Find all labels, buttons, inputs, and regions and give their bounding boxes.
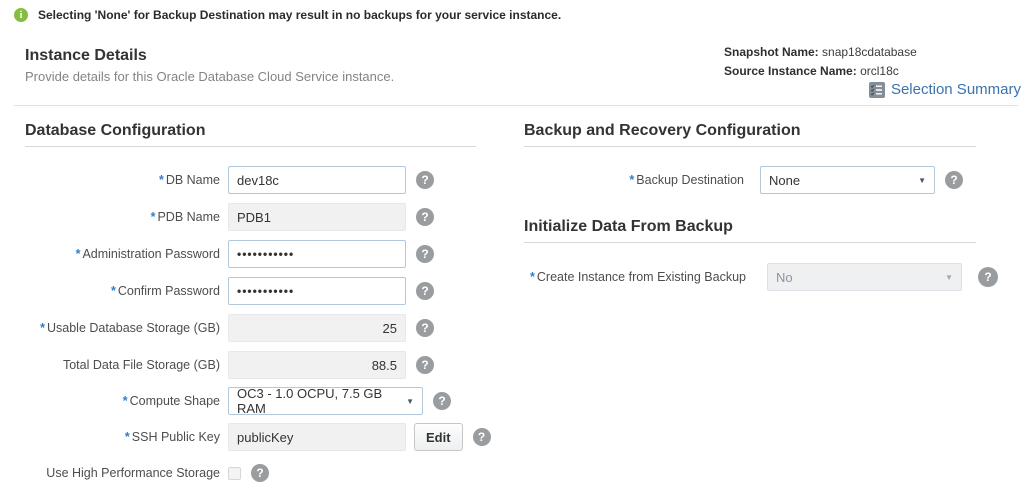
compute-shape-help-icon[interactable]: ? [433, 392, 451, 410]
usable-storage-input: 25 [228, 314, 406, 342]
selection-summary-icon [868, 81, 885, 98]
ssh-key-help-icon[interactable]: ? [472, 428, 491, 446]
required-marker: * [158, 173, 164, 187]
section-rule-backup [524, 146, 976, 147]
snapshot-name-label: Snapshot Name: [724, 45, 819, 59]
ssh-key-input: publicKey [228, 423, 406, 451]
high-performance-storage-help-icon[interactable]: ? [251, 464, 269, 482]
total-storage-help-icon[interactable]: ? [416, 356, 434, 374]
create-from-backup-selected-value: No [776, 269, 793, 285]
row-total-storage: Total Data File Storage (GB) 88.5 ? [25, 351, 434, 379]
section-title-database-configuration: Database Configuration [25, 122, 206, 139]
create-from-backup-select: No ▼ [767, 263, 962, 291]
row-backup-destination: * Backup Destination None ▼ ? [524, 166, 963, 194]
compute-shape-select[interactable]: OC3 - 1.0 OCPU, 7.5 GB RAM ▼ [228, 386, 423, 416]
compute-shape-selected-value: OC3 - 1.0 OCPU, 7.5 GB RAM [237, 386, 383, 416]
confirm-password-help-icon[interactable]: ? [416, 282, 434, 300]
header-divider [14, 105, 1018, 106]
info-banner: i Selecting 'None' for Backup Destinatio… [14, 8, 561, 22]
usable-storage-help-icon[interactable]: ? [416, 319, 434, 337]
pdb-name-input: PDB1 [228, 203, 406, 231]
info-banner-text: Selecting 'None' for Backup Destination … [38, 8, 562, 22]
section-rule-database [25, 146, 476, 147]
high-performance-storage-label: Use High Performance Storage [46, 466, 220, 480]
ssh-key-edit-button[interactable]: Edit [414, 423, 463, 451]
admin-password-input[interactable] [228, 240, 406, 268]
db-name-label: * DB Name [158, 173, 220, 187]
create-from-backup-label: * Create Instance from Existing Backup [530, 270, 746, 284]
row-high-performance-storage: Use High Performance Storage ? [25, 459, 269, 487]
db-name-input[interactable] [228, 166, 406, 194]
required-marker: * [124, 430, 130, 444]
row-confirm-password: *Confirm Password ? [25, 277, 434, 305]
backup-destination-label: * Backup Destination [629, 173, 744, 187]
chevron-down-icon: ▼ [918, 175, 926, 185]
snapshot-name-line: Snapshot Name: snap18cdatabase [724, 43, 917, 62]
selection-summary-label: Selection Summary [890, 81, 1021, 98]
section-title-initialize-data: Initialize Data From Backup [524, 218, 733, 235]
high-performance-storage-checkbox[interactable] [228, 466, 241, 480]
required-marker: * [629, 173, 635, 187]
compute-shape-label: * Compute Shape [122, 394, 220, 408]
row-create-from-backup: * Create Instance from Existing Backup No… [524, 263, 998, 291]
admin-password-label: * Administration Password [75, 247, 220, 261]
source-instance-value: orcl18c [860, 64, 899, 78]
required-marker: * [75, 247, 81, 261]
pdb-name-help-icon[interactable]: ? [416, 208, 434, 226]
required-marker: * [530, 270, 535, 284]
selection-summary-link[interactable]: Selection Summary [868, 81, 1021, 98]
backup-destination-select[interactable]: None ▼ [760, 166, 935, 194]
section-rule-initialize [524, 242, 976, 243]
page-title: Instance Details [25, 47, 147, 64]
ssh-key-label: * SSH Public Key [124, 430, 220, 444]
required-marker: * [111, 284, 116, 298]
admin-password-help-icon[interactable]: ? [416, 245, 434, 263]
row-admin-password: *Administration Password ? [25, 240, 434, 268]
pdb-name-label: * PDB Name [150, 210, 220, 224]
chevron-down-icon: ▼ [945, 272, 953, 282]
info-icon: i [14, 8, 28, 22]
section-title-backup-recovery: Backup and Recovery Configuration [524, 122, 801, 139]
snapshot-name-value: snap18cdatabase [822, 45, 917, 59]
create-from-backup-help-icon[interactable]: ? [978, 267, 998, 287]
row-compute-shape: * Compute Shape OC3 - 1.0 OCPU, 7.5 GB RA… [25, 386, 451, 416]
row-usable-storage: * Usable Database Storage (GB) 25 ? [25, 314, 434, 342]
row-ssh-key: * SSH Public Key publicKey Edit ? [25, 423, 491, 451]
chevron-down-icon: ▼ [406, 396, 414, 406]
row-db-name: *DB Name ? [25, 166, 434, 194]
db-name-help-icon[interactable]: ? [416, 171, 434, 189]
total-storage-input: 88.5 [228, 351, 406, 379]
instance-meta: Snapshot Name: snap18cdatabase Source In… [724, 43, 917, 81]
usable-storage-label: * Usable Database Storage (GB) [40, 321, 220, 335]
confirm-password-input[interactable] [228, 277, 406, 305]
backup-destination-help-icon[interactable]: ? [945, 171, 963, 189]
required-marker: * [150, 210, 156, 224]
source-instance-line: Source Instance Name: orcl18c [724, 62, 917, 81]
page-subtitle: Provide details for this Oracle Database… [25, 69, 395, 84]
required-marker: * [40, 321, 45, 335]
confirm-password-label: * Confirm Password [111, 284, 220, 298]
backup-destination-selected-value: None [769, 172, 801, 188]
total-storage-label: Total Data File Storage (GB) [62, 358, 220, 372]
required-marker: * [122, 394, 128, 408]
row-pdb-name: * PDB Name PDB1 ? [25, 203, 434, 231]
source-instance-label: Source Instance Name: [724, 64, 857, 78]
